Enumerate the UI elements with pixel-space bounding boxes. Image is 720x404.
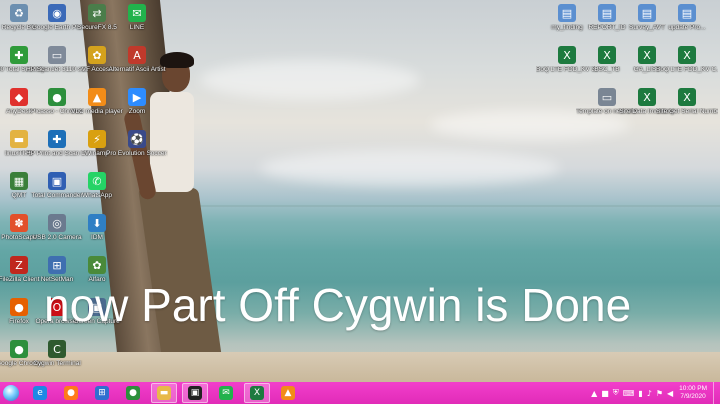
firefox-icon: ● [64, 386, 78, 400]
volume-icon[interactable]: ♪ [647, 389, 652, 398]
taskbar-firefox-button[interactable]: ● [58, 383, 84, 403]
vlc-icon: ▲ [281, 386, 295, 400]
excel-icon: X [598, 46, 616, 64]
excel-icon: X [250, 386, 264, 400]
horizon-line [180, 205, 720, 207]
document-icon: ▤ [678, 4, 696, 22]
desktop-icon-label: BoQ LTE FDD_KV C... [656, 66, 718, 73]
taskbar-line-button[interactable]: ✉ [213, 383, 239, 403]
scanner-icon: ▭ [48, 46, 66, 64]
pes-icon: ⚽ [128, 130, 146, 148]
taskbar-file-explorer-button[interactable]: ▬ [151, 383, 177, 403]
flag-icon[interactable]: ⚑ [656, 389, 663, 398]
taskbar-chrome-button[interactable]: ● [120, 383, 146, 403]
desktop-icon-label: WhatsApp [82, 192, 112, 199]
red-app-icon[interactable]: ■ [601, 389, 609, 398]
google-earth-icon: ◉ [48, 4, 66, 22]
desktop-icon-label: LINE [129, 24, 145, 31]
line-icon: ✉ [128, 4, 146, 22]
taskbar-vlc-button[interactable]: ▲ [275, 383, 301, 403]
desktop-icon[interactable]: X BoQ LTE FDD_KV C... [656, 46, 718, 74]
hp-doctor-icon: ✚ [48, 130, 66, 148]
desktop-icon[interactable]: ▤ update Pro... [656, 4, 718, 32]
template-icon: ▭ [598, 88, 616, 106]
chevron-up-icon[interactable]: ▲ [591, 389, 597, 398]
taskbar-network-button[interactable]: ⊞ [89, 383, 115, 403]
terminal-icon: ▣ [188, 386, 202, 400]
total-commander-icon: ▣ [48, 172, 66, 190]
whatsapp-icon: ✆ [88, 172, 106, 190]
securefx-icon: ⇄ [88, 4, 106, 22]
tray-icons: ▲ ■ ⛨ ⌨ ▮ ♪ ⚑ ◀ [589, 388, 675, 398]
taskbar-pinned-apps: e ● ⊞ ● ▬ ▣ ✉ X ▲ [22, 383, 301, 403]
document-icon: ▤ [558, 4, 576, 22]
idm-icon: ⬇ [88, 214, 106, 232]
desktop-icon[interactable]: X Site Get Serial Number Up... [656, 88, 718, 116]
network-tray-icon[interactable]: ▮ [638, 389, 642, 398]
excel-icon: X [678, 88, 696, 106]
desktop-icon-label: Zoom [128, 108, 146, 115]
speaker-icon[interactable]: ◀ [667, 389, 673, 398]
cloud [200, 60, 420, 100]
alfaro-icon: ✿ [88, 256, 106, 274]
cygwin-icon: C [48, 340, 66, 358]
internet-explorer-icon: e [33, 386, 47, 400]
desktop-icon[interactable]: A Alternatif Ascii Artist [106, 46, 168, 74]
keyboard-icon[interactable]: ⌨ [623, 389, 635, 398]
line-icon: ✉ [219, 386, 233, 400]
file-explorer-icon: ▬ [157, 386, 171, 400]
taskbar-internet-explorer-button[interactable]: e [27, 383, 53, 403]
chrome-icon: ● [126, 386, 140, 400]
winamp-icon: ⚡ [88, 130, 106, 148]
desktop-icon-label: Cygwin Terminal [33, 360, 81, 367]
windows-orb-icon [3, 385, 19, 401]
clock[interactable]: 10:00 PM 7/9/2020 [679, 385, 707, 401]
excel-icon: X [638, 46, 656, 64]
vlc-icon: ▲ [88, 88, 106, 106]
desktop-icon[interactable]: ✉ LINE [106, 4, 168, 32]
desktop-icon[interactable]: ✆ WhatsApp [66, 172, 128, 200]
netsetman-icon: ⊞ [48, 256, 66, 274]
network-icon: ⊞ [95, 386, 109, 400]
clock-time: 10:00 PM [679, 385, 707, 392]
show-desktop-button[interactable] [713, 382, 720, 404]
taskbar: e ● ⊞ ● ▬ ▣ ✉ X ▲ ▲ ■ ⛨ ⌨ ▮ ♪ ⚑ ◀ 10:00 PM 7/9/2020 [0, 382, 720, 404]
clock-date: 7/9/2020 [680, 393, 706, 400]
desktop-wallpaper: ♻ Recycle Bin ◉ Google Earth Pro ⇄ SecureFX 8… [0, 0, 720, 382]
desktop-icon[interactable]: ▶ Zoom [106, 88, 168, 116]
document-icon: ▤ [598, 4, 616, 22]
desktop-icon[interactable]: C Cygwin Terminal [26, 340, 88, 368]
ascii-artist-icon: A [128, 46, 146, 64]
vf-access-icon: ✿ [88, 46, 106, 64]
desktop-icon-label: Alternatif Ascii Artist [108, 66, 166, 73]
cloud [260, 150, 560, 186]
excel-icon: X [678, 46, 696, 64]
start-button[interactable] [0, 382, 22, 404]
shield-icon[interactable]: ⛨ [613, 388, 619, 398]
system-tray: ▲ ■ ⛨ ⌨ ▮ ♪ ⚑ ◀ 10:00 PM 7/9/2020 [589, 382, 720, 404]
desktop-icon[interactable]: ⚽ Pro Evolution Soccer 2013 [106, 130, 168, 158]
chrome-icon: ● [48, 88, 66, 106]
excel-icon: X [558, 46, 576, 64]
document-icon: ▤ [638, 4, 656, 22]
desktop-icon[interactable]: ⬇ IDM [66, 214, 128, 242]
desktop-icon-label: Pro Evolution Soccer 2013 [106, 150, 168, 157]
video-caption: now Part Off Cygwin is Done [44, 279, 632, 331]
desktop-icon-label: Site Get Serial Number Up... [656, 108, 718, 115]
taskbar-excel-button[interactable]: X [244, 383, 270, 403]
beach-sand [0, 352, 720, 382]
camera-icon: ◎ [48, 214, 66, 232]
desktop-icon-label: update Pro... [668, 24, 706, 31]
taskbar-terminal-button[interactable]: ▣ [182, 383, 208, 403]
desktop-icon-label: IDM [91, 234, 103, 241]
zoom-icon: ▶ [128, 88, 146, 106]
excel-icon: X [638, 88, 656, 106]
